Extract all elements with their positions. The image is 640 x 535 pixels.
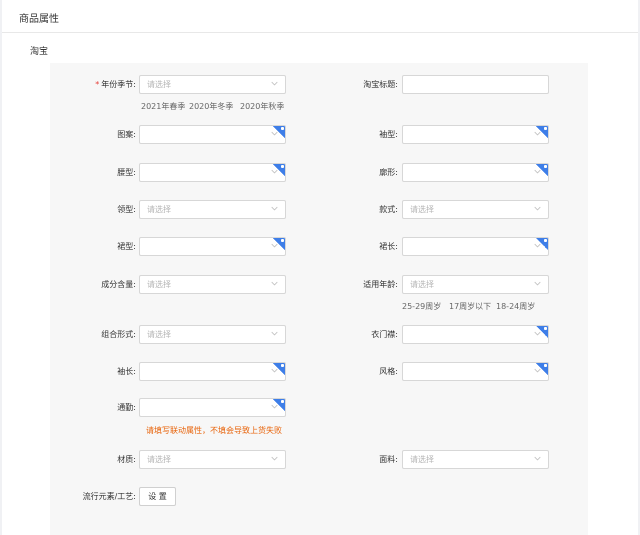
collar-type-placeholder: 请选择 [147,205,171,214]
year-season-label: * 年份季节: [40,80,136,90]
year-season-option-3[interactable]: 2020年秋季 [240,102,284,112]
commute-label: 通勤: [117,403,136,412]
combination-placeholder: 请选择 [147,330,171,339]
page-title: 商品属性 [19,14,59,25]
year-season-option-2[interactable]: 2020年冬季 [189,102,233,112]
linked-attribute-badge-icon [273,363,285,375]
chevron-down-icon [271,281,278,286]
material-placeholder: 请选择 [147,455,171,464]
material-label: 材质: [117,455,136,464]
composition-select[interactable]: 请选择 [139,275,286,294]
year-season-label-text: 年份季节: [101,80,136,89]
chevron-down-icon [271,456,278,461]
chevron-down-icon [534,456,541,461]
sleeve-length-label: 袖长: [117,367,136,376]
age-range-option-1[interactable]: 25-29周岁 [402,302,441,312]
style-type-select[interactable]: 请选择 [402,200,549,219]
linked-attribute-badge-icon [536,164,548,176]
age-range-label: 适用年龄: [363,280,398,289]
age-range-placeholder: 请选择 [410,280,434,289]
chevron-down-icon [534,281,541,286]
linked-attribute-badge-icon [273,238,285,250]
linked-attribute-warning: 请填写联动属性，不填会导致上货失败 [146,426,282,435]
year-season-placeholder: 请选择 [147,80,171,89]
placket-select[interactable] [402,325,549,344]
commute-select[interactable] [139,398,286,417]
chevron-down-icon [271,206,278,211]
collar-type-label: 领型: [117,205,136,214]
linked-attribute-badge-icon [273,164,285,176]
linked-attribute-badge-icon [536,326,548,338]
year-season-option-1[interactable]: 2021年春季 [141,102,185,112]
platform-label: 淘宝 [30,47,49,57]
fabric-label: 面料: [379,455,398,464]
chevron-down-icon [534,206,541,211]
year-season-select[interactable]: 请选择 [139,75,286,94]
composition-placeholder: 请选择 [147,280,171,289]
age-range-select[interactable]: 请选择 [402,275,549,294]
linked-attribute-badge-icon [273,126,285,138]
silhouette-label: 廓形: [379,168,398,177]
linked-attribute-badge-icon [536,238,548,250]
combination-select[interactable]: 请选择 [139,325,286,344]
linked-attribute-badge-icon [536,126,548,138]
sleeve-length-select[interactable] [139,362,286,381]
taobao-title-input[interactable] [402,75,549,94]
material-select[interactable]: 请选择 [139,450,286,469]
silhouette-select[interactable] [402,163,549,182]
skirt-type-select[interactable] [139,237,286,256]
style-type-label: 款式: [379,205,398,214]
composition-label: 成分含量: [101,280,136,289]
age-range-option-3[interactable]: 18-24周岁 [496,302,535,312]
sleeve-type-select[interactable] [402,125,549,144]
sleeve-type-label: 袖型: [379,130,398,139]
waist-type-select[interactable] [139,163,286,182]
card-header: 商品属性 [2,0,638,33]
required-mark: * [95,80,100,89]
collar-type-select[interactable]: 请选择 [139,200,286,219]
chevron-down-icon [271,331,278,336]
style-label: 风格: [379,367,398,376]
trend-elements-label: 流行元素/工艺: [82,492,136,501]
taobao-title-label: 淘宝标题: [363,80,398,89]
linked-attribute-badge-icon [536,363,548,375]
linked-attribute-badge-icon [273,399,285,411]
skirt-length-label: 裙长: [379,242,398,251]
placket-label: 衣门襟: [371,330,398,339]
style-select[interactable] [402,362,549,381]
skirt-length-select[interactable] [402,237,549,256]
pattern-label: 图案: [117,130,136,139]
fabric-placeholder: 请选择 [410,455,434,464]
fabric-select[interactable]: 请选择 [402,450,549,469]
age-range-option-2[interactable]: 17周岁以下 [449,302,491,312]
waist-type-label: 腰型: [117,168,136,177]
style-type-placeholder: 请选择 [410,205,434,214]
chevron-down-icon [271,81,278,86]
trend-elements-settings-button[interactable]: 设 置 [139,487,176,506]
skirt-type-label: 裙型: [117,242,136,251]
combination-label: 组合形式: [101,330,136,339]
pattern-select[interactable] [139,125,286,144]
